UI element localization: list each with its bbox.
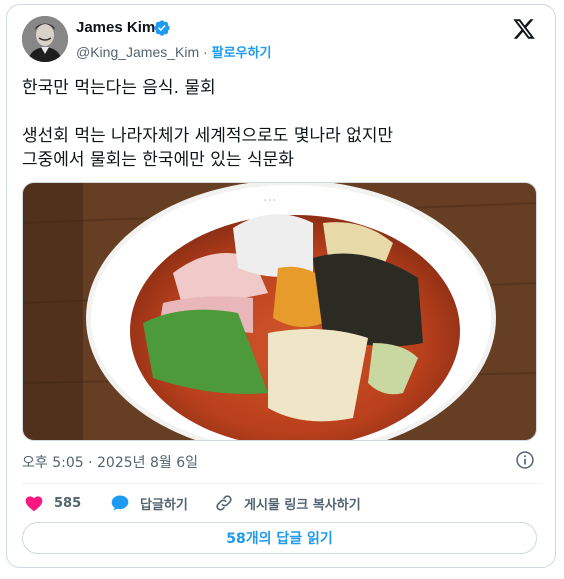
- svg-text:...: ...: [263, 189, 276, 205]
- like-button[interactable]: 585: [24, 489, 81, 517]
- follow-button[interactable]: 팔로우하기: [212, 46, 272, 61]
- copy-link-button[interactable]: 게시물 링크 복사하기: [214, 489, 361, 517]
- reply-label: 답글하기: [140, 497, 188, 513]
- info-icon[interactable]: [515, 450, 535, 470]
- handle-row: @King_James_Kim · 팔로우하기: [76, 42, 271, 61]
- verified-badge-icon: [154, 20, 170, 36]
- separator: ·: [203, 44, 208, 60]
- tweet-photo[interactable]: ...: [22, 182, 537, 441]
- speech-bubble-icon: [111, 495, 129, 511]
- divider: [22, 483, 542, 484]
- read-replies-button[interactable]: 58개의 답글 읽기: [22, 522, 537, 554]
- copy-link-label: 게시물 링크 복사하기: [244, 497, 361, 513]
- handle[interactable]: @King_James_Kim: [76, 44, 199, 60]
- link-icon: [216, 495, 232, 511]
- like-count: 585: [54, 495, 82, 511]
- tweet-text-line-3: 그중에서 물회는 한국에만 있는 식문화: [22, 150, 294, 170]
- tweet-text-line-1: 한국만 먹는다는 음식. 물회: [22, 78, 216, 98]
- timestamp[interactable]: 오후 5:05 · 2025년 8월 6일: [22, 452, 198, 472]
- display-name[interactable]: James Kim: [76, 19, 155, 36]
- tweet-text-line-2: 생선회 먹는 나라자체가 세계적으로도 몇나라 없지만: [22, 126, 394, 146]
- reply-button[interactable]: 답글하기: [110, 489, 188, 517]
- tweet-card: James Kim @King_James_Kim · 팔로우하기 한국만 먹는…: [6, 4, 556, 568]
- avatar[interactable]: [22, 16, 68, 62]
- x-logo-icon[interactable]: [512, 17, 536, 41]
- heart-icon: [25, 496, 43, 511]
